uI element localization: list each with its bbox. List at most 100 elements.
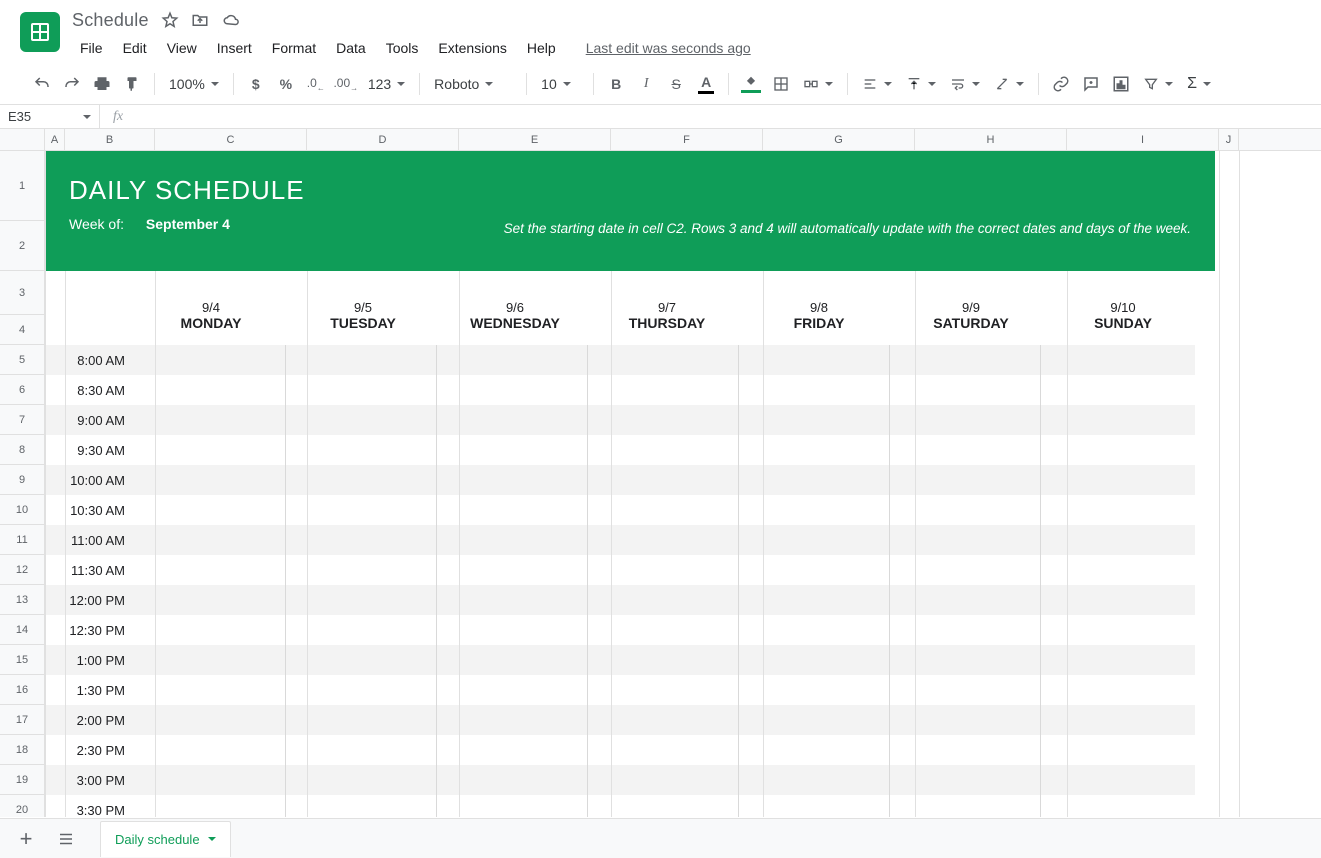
- link-button[interactable]: [1047, 70, 1075, 98]
- schedule-cell[interactable]: [890, 495, 1041, 525]
- schedule-cell[interactable]: [588, 525, 739, 555]
- schedule-cell[interactable]: [1041, 525, 1192, 555]
- row-header-20[interactable]: 20: [0, 795, 44, 817]
- schedule-cell[interactable]: [286, 465, 437, 495]
- date-cell[interactable]: 9/10: [1047, 300, 1199, 315]
- menu-insert[interactable]: Insert: [209, 36, 260, 60]
- hint-text[interactable]: Set the starting date in cell C2. Rows 3…: [504, 221, 1191, 236]
- schedule-cell[interactable]: [739, 405, 890, 435]
- menu-data[interactable]: Data: [328, 36, 374, 60]
- schedule-cell[interactable]: [286, 795, 437, 817]
- schedule-cell[interactable]: [135, 615, 286, 645]
- schedule-cell[interactable]: [1041, 735, 1192, 765]
- schedule-cell[interactable]: [286, 735, 437, 765]
- redo-button[interactable]: [58, 70, 86, 98]
- schedule-cell[interactable]: [135, 555, 286, 585]
- schedule-cell[interactable]: [588, 405, 739, 435]
- schedule-cell[interactable]: [437, 585, 588, 615]
- row-header-16[interactable]: 16: [0, 675, 44, 705]
- row-header-7[interactable]: 7: [0, 405, 44, 435]
- time-cell[interactable]: 1:30 PM: [45, 675, 135, 705]
- schedule-cell[interactable]: [890, 675, 1041, 705]
- schedule-cell[interactable]: [739, 795, 890, 817]
- schedule-cell[interactable]: [1041, 675, 1192, 705]
- schedule-cell[interactable]: [135, 495, 286, 525]
- schedule-cell[interactable]: [135, 795, 286, 817]
- schedule-cell[interactable]: [890, 405, 1041, 435]
- row-header-17[interactable]: 17: [0, 705, 44, 735]
- row-header-3[interactable]: 3: [0, 271, 44, 315]
- row-header-4[interactable]: 4: [0, 315, 44, 345]
- time-cell[interactable]: 11:00 AM: [45, 525, 135, 555]
- schedule-cell[interactable]: [739, 675, 890, 705]
- col-header-F[interactable]: F: [611, 129, 763, 150]
- date-cell[interactable]: 9/7: [591, 300, 743, 315]
- day-cell[interactable]: SUNDAY: [1047, 315, 1199, 331]
- schedule-cell[interactable]: [135, 405, 286, 435]
- time-cell[interactable]: 2:30 PM: [45, 735, 135, 765]
- time-cell[interactable]: 12:00 PM: [45, 585, 135, 615]
- row-header-12[interactable]: 12: [0, 555, 44, 585]
- schedule-cell[interactable]: [286, 615, 437, 645]
- font-select[interactable]: Roboto: [428, 70, 518, 98]
- schedule-cell[interactable]: [135, 525, 286, 555]
- wrap-select[interactable]: [944, 70, 986, 98]
- time-cell[interactable]: 3:30 PM: [45, 795, 135, 817]
- row-header-14[interactable]: 14: [0, 615, 44, 645]
- row-header-19[interactable]: 19: [0, 765, 44, 795]
- schedule-cell[interactable]: [437, 435, 588, 465]
- schedule-cell[interactable]: [135, 585, 286, 615]
- schedule-cell[interactable]: [739, 375, 890, 405]
- col-header-A[interactable]: A: [45, 129, 65, 150]
- day-cell[interactable]: TUESDAY: [287, 315, 439, 331]
- schedule-cell[interactable]: [588, 555, 739, 585]
- halign-select[interactable]: [856, 70, 898, 98]
- schedule-cell[interactable]: [588, 435, 739, 465]
- schedule-cell[interactable]: [286, 495, 437, 525]
- menu-extensions[interactable]: Extensions: [430, 36, 514, 60]
- schedule-cell[interactable]: [135, 675, 286, 705]
- schedule-cell[interactable]: [437, 765, 588, 795]
- schedule-cell[interactable]: [1041, 345, 1192, 375]
- schedule-cell[interactable]: [135, 705, 286, 735]
- schedule-cell[interactable]: [588, 345, 739, 375]
- schedule-cell[interactable]: [588, 585, 739, 615]
- schedule-cell[interactable]: [1041, 435, 1192, 465]
- schedule-cell[interactable]: [1041, 645, 1192, 675]
- schedule-cell[interactable]: [890, 585, 1041, 615]
- week-of-label[interactable]: Week of:: [69, 216, 124, 232]
- row-header-18[interactable]: 18: [0, 735, 44, 765]
- schedule-cell[interactable]: [437, 525, 588, 555]
- schedule-cell[interactable]: [286, 555, 437, 585]
- schedule-cell[interactable]: [739, 435, 890, 465]
- menu-edit[interactable]: Edit: [115, 36, 155, 60]
- row-header-5[interactable]: 5: [0, 345, 44, 375]
- row-header-15[interactable]: 15: [0, 645, 44, 675]
- schedule-cell[interactable]: [739, 645, 890, 675]
- percent-button[interactable]: %: [272, 70, 300, 98]
- schedule-cell[interactable]: [286, 675, 437, 705]
- valign-select[interactable]: [900, 70, 942, 98]
- time-cell[interactable]: 9:30 AM: [45, 435, 135, 465]
- schedule-cell[interactable]: [437, 495, 588, 525]
- add-sheet-button[interactable]: +: [8, 821, 44, 857]
- schedule-cell[interactable]: [135, 345, 286, 375]
- schedule-cell[interactable]: [1041, 795, 1192, 817]
- schedule-cell[interactable]: [437, 795, 588, 817]
- font-size-select[interactable]: 10: [535, 70, 585, 98]
- bold-button[interactable]: B: [602, 70, 630, 98]
- schedule-cell[interactable]: [286, 645, 437, 675]
- chart-button[interactable]: [1107, 70, 1135, 98]
- merge-select[interactable]: [797, 70, 839, 98]
- menu-tools[interactable]: Tools: [378, 36, 427, 60]
- day-cell[interactable]: FRIDAY: [743, 315, 895, 331]
- rotate-select[interactable]: [988, 70, 1030, 98]
- schedule-cell[interactable]: [739, 525, 890, 555]
- schedule-cell[interactable]: [739, 495, 890, 525]
- italic-button[interactable]: I: [632, 70, 660, 98]
- schedule-cell[interactable]: [1041, 765, 1192, 795]
- cloud-status-icon[interactable]: [221, 11, 241, 29]
- move-icon[interactable]: [191, 11, 209, 29]
- name-box[interactable]: E35: [0, 105, 100, 128]
- date-cell[interactable]: 9/8: [743, 300, 895, 315]
